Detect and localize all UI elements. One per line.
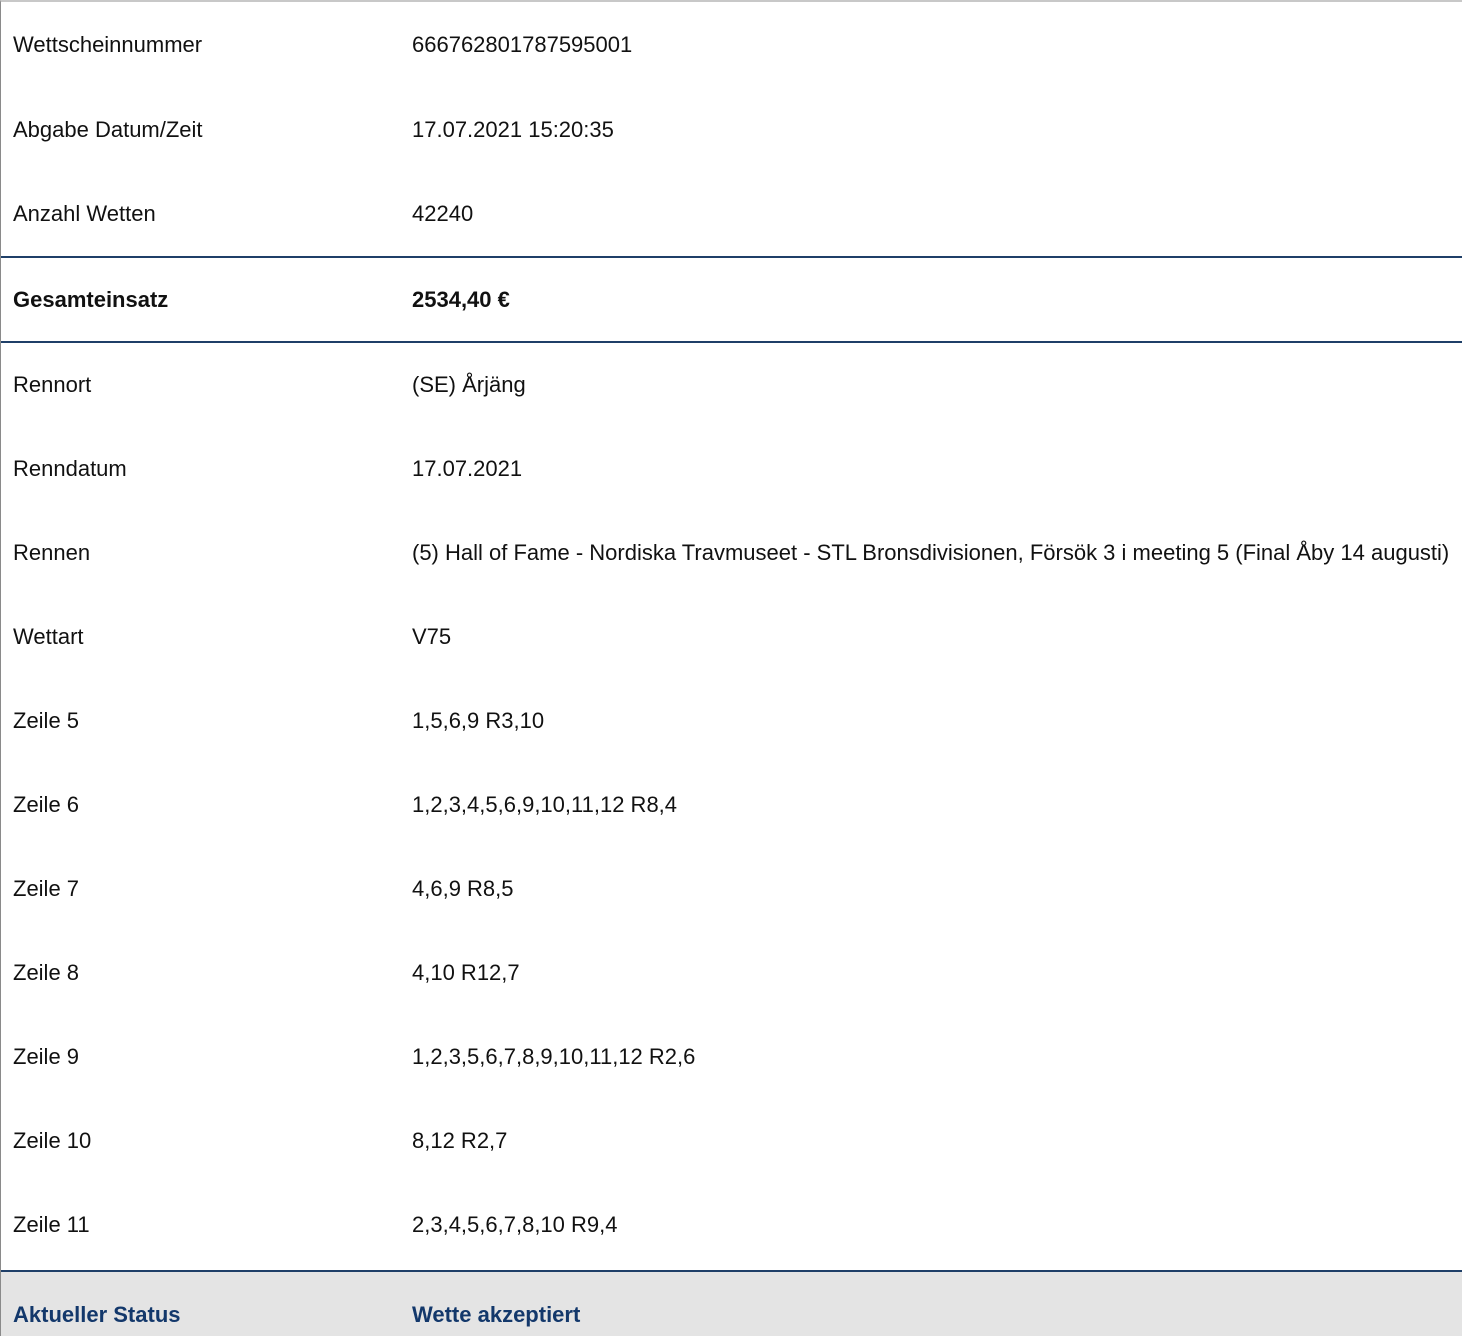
line-9-row: Zeile 9 1,2,3,5,6,7,8,9,10,11,12 R2,6 (1, 1015, 1462, 1099)
total-stake-value: 2534,40 € (412, 286, 510, 312)
race-name-value: (5) Hall of Fame - Nordiska Travmuseet -… (412, 540, 1450, 565)
race-venue-label: Rennort (13, 372, 92, 397)
race-details-group: Rennort (SE) Årjäng Renndatum 17.07.2021… (1, 343, 1462, 1267)
line-11-row: Zeile 11 2,3,4,5,6,7,8,10 R9,4 (1, 1183, 1462, 1267)
bet-count-row: Anzahl Wetten 42240 (1, 172, 1462, 256)
line-label: Zeile 5 (13, 708, 80, 733)
ticket-info-group: Wettscheinnummer 666762801787595001 Abga… (1, 2, 1462, 256)
race-date-label: Renndatum (13, 456, 127, 481)
race-name-row: Rennen (5) Hall of Fame - Nordiska Travm… (1, 511, 1462, 595)
line-6-row: Zeile 6 1,2,3,4,5,6,9,10,11,12 R8,4 (1, 763, 1462, 847)
ticket-number-value: 666762801787595001 (412, 32, 633, 57)
line-selection: 2,3,4,5,6,7,8,10 R9,4 (412, 1212, 618, 1237)
bet-type-label: Wettart (13, 624, 84, 649)
bet-type-row: Wettart V75 (1, 595, 1462, 679)
status-value: Wette akzeptiert (412, 1302, 581, 1327)
line-selection: 1,2,3,4,5,6,9,10,11,12 R8,4 (412, 792, 678, 817)
line-10-row: Zeile 10 8,12 R2,7 (1, 1099, 1462, 1183)
bet-count-label: Anzahl Wetten (13, 201, 156, 226)
total-stake-label: Gesamteinsatz (13, 286, 169, 312)
line-label: Zeile 8 (13, 960, 80, 985)
race-venue-value: (SE) Årjäng (412, 372, 526, 397)
total-stake-row: Gesamteinsatz 2534,40 € (1, 258, 1462, 341)
bet-count-value: 42240 (412, 201, 474, 226)
race-date-value: 17.07.2021 (412, 456, 523, 481)
line-selection: 1,5,6,9 R3,10 (412, 708, 545, 733)
line-label: Zeile 7 (13, 876, 80, 901)
submission-datetime-label: Abgabe Datum/Zeit (13, 117, 203, 142)
line-7-row: Zeile 7 4,6,9 R8,5 (1, 847, 1462, 931)
line-selection: 1,2,3,5,6,7,8,9,10,11,12 R2,6 (412, 1044, 696, 1069)
race-venue-row: Rennort (SE) Årjäng (1, 343, 1462, 427)
line-label: Zeile 6 (13, 792, 80, 817)
line-selection: 4,6,9 R8,5 (412, 876, 514, 901)
bet-type-value: V75 (412, 624, 452, 649)
line-selection: 4,10 R12,7 (412, 960, 520, 985)
line-selection: 8,12 R2,7 (412, 1128, 508, 1153)
line-label: Zeile 11 (13, 1212, 90, 1237)
current-status-row: Aktueller Status Wette akzeptiert (1, 1270, 1462, 1336)
submission-datetime-value: 17.07.2021 15:20:35 (412, 117, 614, 142)
line-5-row: Zeile 5 1,5,6,9 R3,10 (1, 679, 1462, 763)
line-label: Zeile 10 (13, 1128, 92, 1153)
line-label: Zeile 9 (13, 1044, 80, 1069)
submission-datetime-row: Abgabe Datum/Zeit 17.07.2021 15:20:35 (1, 88, 1462, 172)
line-8-row: Zeile 8 4,10 R12,7 (1, 931, 1462, 1015)
bet-ticket-details: Wettscheinnummer 666762801787595001 Abga… (0, 0, 1462, 1336)
status-label: Aktueller Status (13, 1302, 181, 1327)
ticket-number-label: Wettscheinnummer (13, 32, 203, 57)
ticket-number-row: Wettscheinnummer 666762801787595001 (1, 2, 1462, 88)
race-name-label: Rennen (13, 540, 91, 565)
race-date-row: Renndatum 17.07.2021 (1, 427, 1462, 511)
